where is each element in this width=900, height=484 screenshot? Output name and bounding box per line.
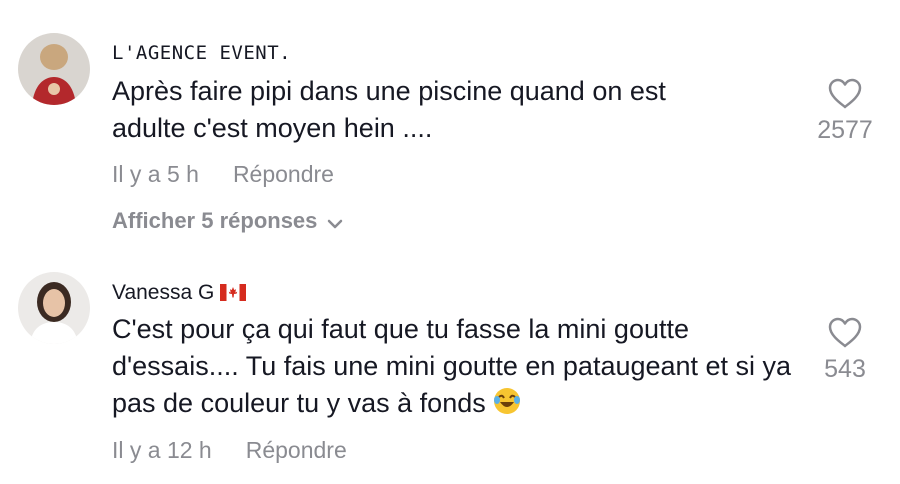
- comment-username-text: Vanessa G: [112, 281, 215, 304]
- like-button[interactable]: 543: [805, 317, 885, 384]
- comment-text: Après faire pipi dans une piscine quand …: [112, 76, 666, 143]
- comment-text-body: C'est pour ça qui faut que tu fasse la m…: [112, 314, 792, 418]
- avatar[interactable]: [18, 33, 90, 105]
- like-button[interactable]: 2577: [805, 78, 885, 145]
- comment-time: Il y a 5 h: [112, 161, 199, 187]
- comment-meta: Il y a 5 h Répondre: [112, 161, 334, 188]
- heart-icon: [805, 317, 885, 349]
- avatar[interactable]: [18, 272, 90, 344]
- comment-username[interactable]: Vanessa G: [112, 281, 247, 307]
- reply-button[interactable]: Répondre: [233, 161, 334, 187]
- comment-meta: Il y a 12 h Répondre: [112, 437, 347, 464]
- like-count: 2577: [817, 116, 873, 144]
- view-replies-label: Afficher 5 réponses: [112, 208, 318, 233]
- view-replies-button[interactable]: Afficher 5 réponses: [112, 208, 343, 235]
- comment-time: Il y a 12 h: [112, 437, 212, 463]
- like-count: 543: [824, 355, 866, 383]
- canada-flag-icon: [220, 283, 247, 307]
- laughing-tears-emoji-icon: [492, 386, 522, 426]
- reply-button[interactable]: Répondre: [246, 437, 347, 463]
- comment-text: C'est pour ça qui faut que tu fasse la m…: [112, 311, 802, 426]
- heart-icon: [805, 78, 885, 110]
- chevron-down-icon: [327, 209, 343, 235]
- comment-username[interactable]: L'AGENCE EVENT.: [112, 42, 291, 64]
